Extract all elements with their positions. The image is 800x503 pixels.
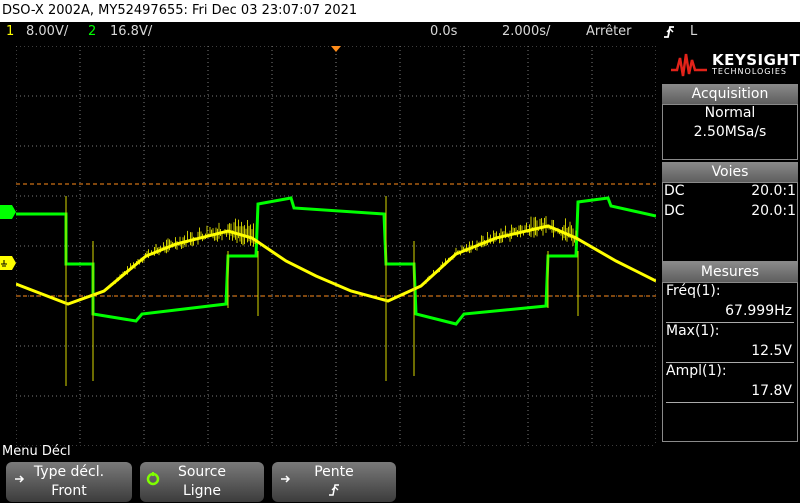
trigger-position-marker bbox=[331, 46, 341, 52]
voies-header[interactable]: Voies bbox=[662, 162, 798, 182]
softkey-source-value: Ligne bbox=[182, 483, 222, 499]
waveform-display[interactable] bbox=[16, 46, 656, 446]
menu-label: Menu Décl bbox=[2, 444, 71, 459]
channel-status-bar: 1 8.00V/ 2 16.8V/ 0.0s 2.000s/ Arrêter L bbox=[0, 22, 800, 42]
mesure-ampl-value: 17.8V bbox=[751, 383, 792, 399]
ch1-noise bbox=[110, 216, 577, 287]
ch1-number[interactable]: 1 bbox=[6, 22, 14, 42]
mesure-ampl-label: Ampl(1): bbox=[666, 363, 727, 379]
mesures-header[interactable]: Mesures bbox=[662, 262, 798, 282]
ch1-ground-marker[interactable] bbox=[0, 255, 16, 274]
acquisition-mode: Normal bbox=[704, 105, 756, 121]
softkey-menu: Menu Décl Type décl. Front Source Ligne … bbox=[0, 444, 800, 503]
voie2-ratio: 20.0:1 bbox=[751, 203, 796, 219]
brand-logo: KEYSIGHT TECHNOLOGIES bbox=[660, 42, 800, 86]
run-state[interactable]: Arrêter bbox=[586, 22, 632, 42]
trigger-source[interactable]: L bbox=[690, 22, 697, 42]
time-offset[interactable]: 0.0s bbox=[430, 22, 457, 42]
ch2-trace bbox=[16, 196, 656, 326]
acquisition-header[interactable]: Acquisition bbox=[662, 84, 798, 104]
softkey-pente[interactable]: Pente bbox=[272, 462, 396, 502]
softkey-source[interactable]: Source Ligne bbox=[140, 462, 264, 502]
mesure-max-label: Max(1): bbox=[666, 323, 720, 339]
brand-sub: TECHNOLOGIES bbox=[712, 67, 787, 76]
ch2-ground-marker[interactable] bbox=[0, 204, 16, 223]
softkey-pente-label: Pente bbox=[314, 464, 354, 480]
ch2-number[interactable]: 2 bbox=[88, 22, 96, 42]
ch2-scale[interactable]: 16.8V/ bbox=[110, 22, 152, 42]
mesure-freq-label: Fréq(1): bbox=[666, 283, 721, 299]
mesure-freq-value: 67.999Hz bbox=[725, 303, 792, 319]
right-panel: KEYSIGHT TECHNOLOGIES Acquisition Normal… bbox=[660, 42, 800, 442]
voie1-ratio: 20.0:1 bbox=[751, 183, 796, 199]
voie2-coupling: DC bbox=[664, 203, 685, 219]
softkey-type-decl-label: Type décl. bbox=[33, 464, 105, 480]
title-bar: DSO-X 2002A, MY52497655: Fri Dec 03 23:0… bbox=[0, 0, 800, 22]
keysight-wave-icon bbox=[671, 53, 707, 77]
softkey-type-decl[interactable]: Type décl. Front bbox=[6, 462, 132, 502]
ch1-scale[interactable]: 8.00V/ bbox=[26, 22, 68, 42]
acquisition-rate: 2.50MSa/s bbox=[693, 124, 767, 140]
ch1-trace bbox=[16, 224, 656, 306]
rising-edge-icon bbox=[272, 483, 396, 501]
ch1-spikes bbox=[65, 196, 579, 386]
softkey-source-label: Source bbox=[177, 464, 227, 480]
softkey-type-decl-value: Front bbox=[51, 483, 87, 499]
voie1-coupling: DC bbox=[664, 183, 685, 199]
mesure-max-value: 12.5V bbox=[751, 343, 792, 359]
time-scale[interactable]: 2.000s/ bbox=[502, 22, 550, 42]
